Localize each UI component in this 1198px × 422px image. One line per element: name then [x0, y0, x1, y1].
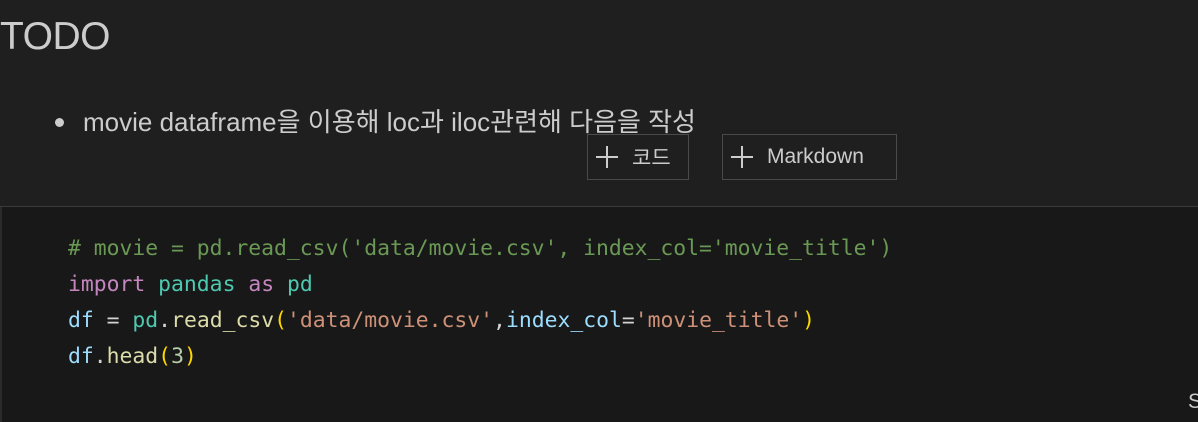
add-markdown-label: Markdown: [767, 145, 864, 168]
code-token: =: [621, 308, 635, 333]
plus-icon: [731, 146, 753, 168]
code-line: df.head(3): [68, 339, 892, 375]
code-token: (: [158, 344, 172, 369]
add-code-label: 코드: [632, 147, 671, 170]
code-token: import: [68, 272, 146, 297]
code-line: df = pd.read_csv('data/movie.csv',index_…: [68, 303, 892, 339]
status-corner-text: S: [1188, 390, 1198, 413]
code-token: 'data/movie.csv': [286, 308, 494, 333]
code-token: read_csv: [171, 308, 275, 333]
code-token: as: [248, 272, 275, 297]
add-markdown-cell-button[interactable]: Markdown: [722, 134, 897, 180]
code-token: .: [158, 308, 172, 333]
code-token: # movie = pd.read_csv('data/movie.csv', …: [68, 236, 893, 261]
code-token: pandas: [158, 272, 236, 297]
code-token: (: [274, 308, 287, 333]
add-code-cell-button[interactable]: 코드: [587, 134, 689, 180]
code-token: ): [183, 344, 197, 369]
code-token: index_col: [505, 308, 622, 333]
markdown-cell[interactable]: TODO movie dataframe을 이용해 loc과 iloc관련해 다…: [0, 0, 1198, 206]
code-token: ): [802, 308, 816, 333]
code-token: 3: [171, 344, 184, 369]
code-token: pd: [132, 308, 159, 333]
code-token: =: [93, 308, 133, 333]
bullet-dot-icon: [55, 117, 64, 127]
code-token: ,: [493, 308, 506, 333]
code-token: 'movie_title': [634, 308, 803, 333]
code-token: df: [68, 308, 94, 333]
code-token: head: [106, 344, 159, 369]
code-line: import pandas as pd: [68, 267, 892, 303]
code-token: .: [93, 344, 107, 369]
code-token: df: [68, 344, 94, 369]
code-token: pd: [287, 272, 313, 297]
code-line: # movie = pd.read_csv('data/movie.csv', …: [68, 231, 892, 267]
cell-focus-indicator: [0, 207, 2, 422]
code-editor[interactable]: # movie = pd.read_csv('data/movie.csv', …: [68, 231, 892, 375]
markdown-heading: TODO: [0, 15, 110, 58]
plus-icon: [596, 146, 618, 168]
code-cell[interactable]: # movie = pd.read_csv('data/movie.csv', …: [0, 206, 1198, 422]
